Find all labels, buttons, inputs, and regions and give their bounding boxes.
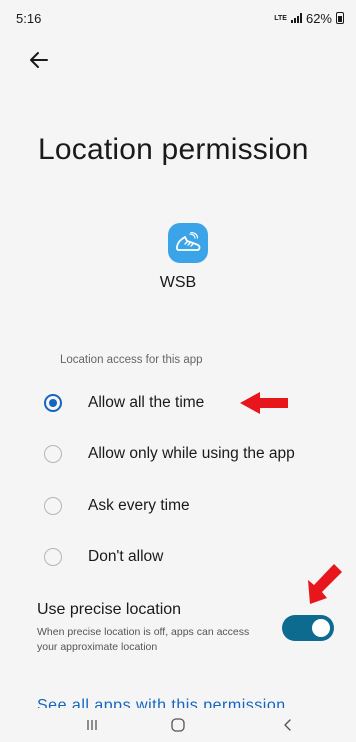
option-label: Allow all the time	[88, 394, 205, 411]
battery-percent: 62%	[305, 10, 332, 26]
page-title: Location permission	[38, 133, 309, 166]
radio-unselected[interactable]	[44, 497, 62, 515]
option-allow-while-using[interactable]: Allow only while using the app	[0, 433, 356, 475]
status-bar: 5:16 LTE 62%	[0, 0, 356, 36]
back-arrow-icon[interactable]	[28, 49, 50, 71]
toggle-knob	[312, 619, 330, 637]
radio-selected[interactable]	[44, 394, 62, 412]
sneaker-icon	[168, 223, 208, 263]
navigation-bar	[0, 708, 356, 742]
option-allow-all-the-time[interactable]: Allow all the time	[0, 382, 356, 424]
radio-unselected[interactable]	[44, 548, 62, 566]
option-label: Ask every time	[88, 497, 190, 514]
precise-location-description: When precise location is off, apps can a…	[37, 626, 250, 653]
option-label: Don't allow	[88, 548, 164, 565]
option-ask-every-time[interactable]: Ask every time	[0, 485, 356, 527]
lte-icon: LTE	[274, 14, 287, 22]
battery-icon	[336, 12, 344, 24]
precise-location-toggle[interactable]	[282, 615, 334, 641]
section-label: Location access for this app	[60, 354, 203, 366]
recents-icon[interactable]	[62, 708, 122, 742]
status-icons: LTE 62%	[274, 11, 344, 26]
option-dont-allow[interactable]: Don't allow	[0, 536, 356, 578]
option-label: Allow only while using the app	[88, 445, 295, 462]
annotation-arrow-icon	[240, 392, 288, 414]
signal-icon	[290, 13, 302, 23]
home-icon[interactable]	[148, 708, 208, 742]
precise-location-title: Use precise location	[37, 601, 182, 618]
status-time: 5:16	[16, 10, 42, 26]
radio-unselected[interactable]	[44, 445, 62, 463]
app-name: WSB	[159, 274, 197, 291]
annotation-arrow-icon	[308, 564, 342, 604]
back-icon[interactable]	[258, 708, 318, 742]
